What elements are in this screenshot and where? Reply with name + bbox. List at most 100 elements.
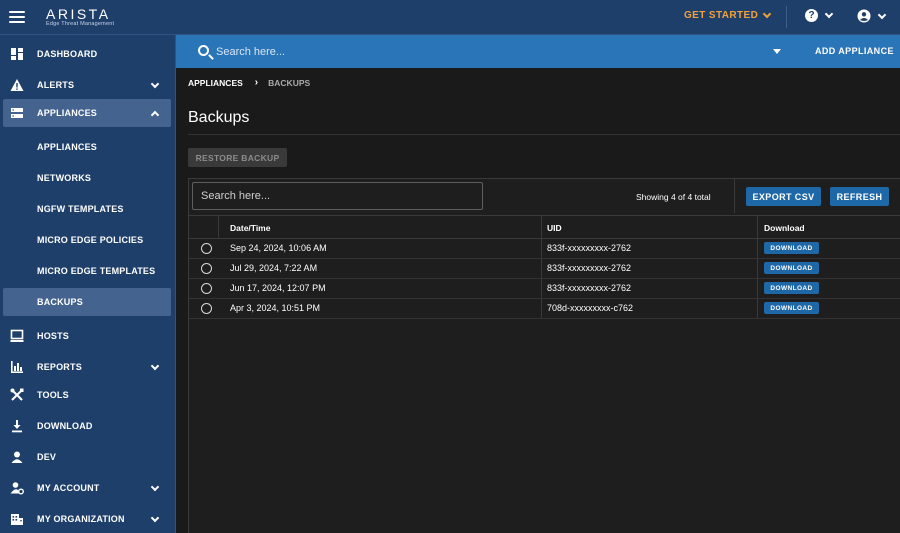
sidebar-subitem-appliances[interactable]: APPLIANCES xyxy=(0,133,176,161)
cell-datetime: Jul 29, 2024, 7:22 AM xyxy=(230,263,318,273)
main-content: APPLIANCES › BACKUPS Backups RESTORE BAC… xyxy=(176,68,900,533)
toolbar-divider xyxy=(734,179,735,213)
top-bar: ARISTA Edge Threat Management GET STARTE… xyxy=(0,0,900,35)
help-icon: ? xyxy=(805,9,818,22)
sidebar-subitem-label: BACKUPS xyxy=(37,297,83,307)
server-icon xyxy=(11,108,23,118)
export-csv-button[interactable]: EXPORT CSV xyxy=(746,187,821,206)
sidebar-item-appliances[interactable]: APPLIANCES xyxy=(3,99,171,127)
breadcrumb: APPLIANCES › BACKUPS xyxy=(188,77,310,88)
download-button[interactable]: DOWNLOAD xyxy=(764,302,819,314)
building-icon xyxy=(11,514,23,525)
sidebar-subitem-label: NETWORKS xyxy=(37,173,92,183)
cell-uid: 708d-xxxxxxxxx-c762 xyxy=(547,303,634,313)
cell-uid: 833f-xxxxxxxxx-2762 xyxy=(547,263,632,273)
bar-chart-icon xyxy=(11,361,23,373)
table-row[interactable]: Apr 3, 2024, 10:51 PM 708d-xxxxxxxxx-c76… xyxy=(189,299,900,319)
download-button[interactable]: DOWNLOAD xyxy=(764,282,819,294)
row-select-radio[interactable] xyxy=(201,283,212,294)
grid-search-input[interactable] xyxy=(192,182,483,210)
restore-backup-button[interactable]: RESTORE BACKUP xyxy=(188,148,287,167)
column-divider xyxy=(218,215,219,239)
sidebar-item-label: DEV xyxy=(37,452,57,462)
brand-logo[interactable]: ARISTA Edge Threat Management xyxy=(46,7,114,28)
search-icon xyxy=(198,45,209,56)
topbar-divider xyxy=(786,6,787,28)
caret-down-icon[interactable] xyxy=(773,49,781,54)
sidebar-item-my-account[interactable]: MY ACCOUNT xyxy=(0,474,176,502)
sidebar-item-reports[interactable]: REPORTS xyxy=(0,353,176,381)
sidebar-subitem-label: NGFW TEMPLATES xyxy=(37,204,124,214)
download-button[interactable]: DOWNLOAD xyxy=(764,242,819,254)
sidebar-subitem-backups[interactable]: BACKUPS xyxy=(3,288,171,316)
sidebar-item-label: DOWNLOAD xyxy=(37,421,93,431)
sidebar-subitem-micro-edge-policies[interactable]: MICRO EDGE POLICIES xyxy=(0,226,176,254)
table-row[interactable]: Jun 17, 2024, 12:07 PM 833f-xxxxxxxxx-27… xyxy=(189,279,900,299)
sidebar: DASHBOARD ALERTS APPLIANCES APPLIANCES N… xyxy=(0,35,176,533)
cell-datetime: Sep 24, 2024, 10:06 AM xyxy=(230,243,327,253)
chevron-down-icon xyxy=(150,482,160,491)
sidebar-item-label: DASHBOARD xyxy=(37,49,98,59)
chevron-down-icon xyxy=(150,361,160,370)
sidebar-item-label: APPLIANCES xyxy=(37,108,98,118)
chevron-down-icon xyxy=(150,79,160,88)
breadcrumb-link-appliances[interactable]: APPLIANCES xyxy=(188,78,243,88)
computer-icon xyxy=(10,329,24,342)
sidebar-item-hosts[interactable]: HOSTS xyxy=(0,322,176,350)
chevron-up-icon xyxy=(150,110,160,119)
sidebar-item-label: ALERTS xyxy=(37,80,75,90)
account-menu-button[interactable] xyxy=(857,9,887,23)
sidebar-item-download[interactable]: DOWNLOAD xyxy=(0,412,176,440)
add-appliance-button[interactable]: ADD APPLIANCE xyxy=(815,46,894,56)
title-divider xyxy=(188,134,900,135)
sidebar-item-dev[interactable]: DEV xyxy=(0,443,176,471)
cell-uid: 833f-xxxxxxxxx-2762 xyxy=(547,243,632,253)
row-select-radio[interactable] xyxy=(201,303,212,314)
sidebar-subitem-micro-edge-templates[interactable]: MICRO EDGE TEMPLATES xyxy=(0,257,176,285)
chevron-down-icon xyxy=(150,513,160,522)
global-search-input[interactable] xyxy=(216,43,756,61)
sidebar-item-label: MY ORGANIZATION xyxy=(37,514,125,524)
brand-name: ARISTA xyxy=(46,6,111,22)
breadcrumb-current: BACKUPS xyxy=(268,77,311,88)
sidebar-item-label: TOOLS xyxy=(37,390,69,400)
download-icon xyxy=(12,420,22,433)
download-button[interactable]: DOWNLOAD xyxy=(764,262,819,274)
get-started-label: GET STARTED xyxy=(684,10,759,21)
sidebar-item-my-organization[interactable]: MY ORGANIZATION xyxy=(0,505,176,533)
cell-datetime: Apr 3, 2024, 10:51 PM xyxy=(230,303,321,313)
table-row[interactable]: Jul 29, 2024, 7:22 AM 833f-xxxxxxxxx-276… xyxy=(189,259,900,279)
refresh-button[interactable]: REFRESH xyxy=(830,187,889,206)
user-circle-icon xyxy=(857,9,871,23)
help-menu-button[interactable]: ? xyxy=(805,9,834,22)
chevron-down-icon xyxy=(824,9,834,19)
warning-icon xyxy=(10,79,24,91)
sidebar-item-label: MY ACCOUNT xyxy=(37,483,100,493)
table-row[interactable]: Sep 24, 2024, 10:06 AM 833f-xxxxxxxxx-27… xyxy=(189,239,900,259)
user-settings-icon xyxy=(10,482,24,495)
row-select-radio[interactable] xyxy=(201,263,212,274)
cell-datetime: Jun 17, 2024, 12:07 PM xyxy=(230,283,326,293)
results-count: Showing 4 of 4 total xyxy=(636,192,711,202)
tools-icon xyxy=(10,388,24,401)
row-select-radio[interactable] xyxy=(201,243,212,254)
sidebar-subitem-ngfw-templates[interactable]: NGFW TEMPLATES xyxy=(0,195,176,223)
menu-icon[interactable] xyxy=(9,11,25,23)
sidebar-item-alerts[interactable]: ALERTS xyxy=(0,71,176,99)
global-search-bar: ADD APPLIANCE xyxy=(176,35,900,68)
sidebar-subitem-networks[interactable]: NETWORKS xyxy=(0,164,176,192)
user-icon xyxy=(11,451,23,463)
sidebar-item-dashboard[interactable]: DASHBOARD xyxy=(0,40,176,68)
page-title: Backups xyxy=(188,109,250,126)
sidebar-subitem-label: APPLIANCES xyxy=(37,142,98,152)
chevron-right-icon: › xyxy=(254,77,259,88)
get-started-button[interactable]: GET STARTED xyxy=(684,9,772,21)
column-header-download[interactable]: Download xyxy=(764,223,805,233)
column-header-datetime[interactable]: Date/Time xyxy=(230,223,270,233)
sidebar-subitem-label: MICRO EDGE TEMPLATES xyxy=(37,266,156,276)
cell-uid: 833f-xxxxxxxxx-2762 xyxy=(547,283,632,293)
sidebar-item-label: REPORTS xyxy=(37,362,82,372)
sidebar-subitem-label: MICRO EDGE POLICIES xyxy=(37,235,144,245)
sidebar-item-tools[interactable]: TOOLS xyxy=(0,381,176,409)
column-header-uid[interactable]: UID xyxy=(547,223,562,233)
